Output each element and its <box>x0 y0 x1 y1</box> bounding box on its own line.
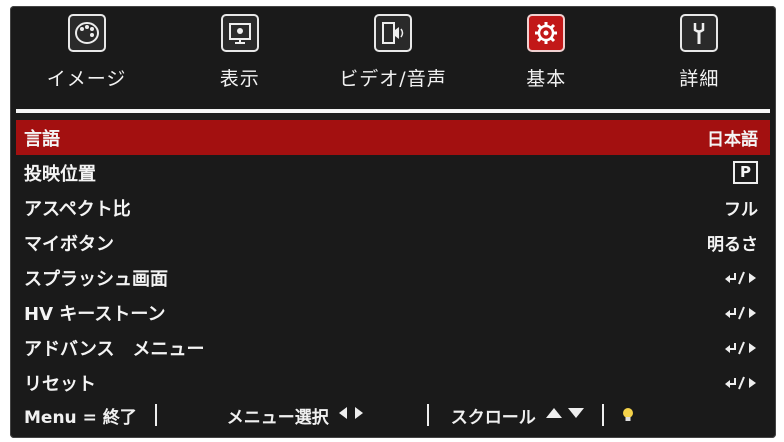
footer-divider <box>426 404 429 426</box>
tab-label: イメージ <box>46 68 127 90</box>
enter-arrow-icon <box>724 305 758 321</box>
menu-item-aspect-ratio[interactable]: アスペクト比 フル <box>16 190 770 225</box>
tab-image[interactable]: イメージ <box>10 6 163 110</box>
menu-item-value: 日本語 <box>707 130 758 150</box>
osd-menu-panel: イメージ 表示 ビデオ/音声 基本 詳細 言語 日本語 投映位置 P アスペクト… <box>10 6 776 438</box>
menu-item-advanced-menu[interactable]: アドバンス メニュー <box>16 330 770 365</box>
menu-item-label: 言語 <box>24 128 60 150</box>
menu-item-label: 投映位置 <box>24 163 96 185</box>
tab-advanced[interactable]: 詳細 <box>623 6 776 110</box>
footer-exit: Menu = 終了 <box>24 403 137 428</box>
wrench-icon <box>680 14 719 52</box>
footer-scroll: スクロール <box>451 403 588 428</box>
footer-menu-select: メニュー選択 <box>227 403 367 428</box>
menu-item-value: フル <box>724 200 758 220</box>
display-icon <box>220 14 259 52</box>
menu-item-my-button[interactable]: マイボタン 明るさ <box>16 225 770 260</box>
tab-bar: イメージ 表示 ビデオ/音声 基本 詳細 <box>10 6 776 110</box>
gear-icon <box>527 14 566 52</box>
menu-item-label: アドバンス メニュー <box>24 338 205 360</box>
palette-icon <box>67 14 106 52</box>
tab-label: 表示 <box>219 68 260 90</box>
up-down-arrows-icon <box>544 405 588 426</box>
footer-exit-label: Menu = 終了 <box>24 407 137 428</box>
menu-item-projection[interactable]: 投映位置 P <box>16 155 770 190</box>
menu-item-label: アスペクト比 <box>24 198 131 220</box>
divider <box>16 109 770 113</box>
footer-scroll-label: スクロール <box>450 407 536 428</box>
footer-select-label: メニュー選択 <box>226 407 329 428</box>
menu-item-label: リセット <box>24 373 96 395</box>
menu-item-splash-screen[interactable]: スプラッシュ画面 <box>16 260 770 295</box>
tab-basic[interactable]: 基本 <box>470 6 623 110</box>
enter-arrow-icon <box>724 375 758 391</box>
menu-item-label: HV キーストーン <box>24 303 166 325</box>
menu-item-value: P <box>733 161 758 184</box>
footer-hint-bar: Menu = 終了 メニュー選択 スクロール <box>10 398 776 432</box>
menu-item-label: マイボタン <box>24 233 114 255</box>
tab-video-audio[interactable]: ビデオ/音声 <box>316 6 469 110</box>
enter-arrow-icon <box>724 270 758 286</box>
tab-label: ビデオ/音声 <box>339 68 447 90</box>
footer-divider <box>601 404 604 426</box>
menu-item-reset[interactable]: リセット <box>16 365 770 400</box>
menu-list: 言語 日本語 投映位置 P アスペクト比 フル マイボタン 明るさ スプラッシュ… <box>16 120 770 400</box>
lightbulb-icon <box>620 406 636 424</box>
tab-label: 基本 <box>526 68 567 90</box>
video-audio-icon <box>374 14 412 52</box>
menu-item-label: スプラッシュ画面 <box>24 268 168 290</box>
left-right-arrows-icon <box>337 405 367 426</box>
menu-item-hv-keystone[interactable]: HV キーストーン <box>16 295 770 330</box>
tab-display[interactable]: 表示 <box>163 6 316 110</box>
menu-item-language[interactable]: 言語 日本語 <box>16 120 770 155</box>
tab-label: 詳細 <box>679 68 720 90</box>
enter-arrow-icon <box>724 340 758 356</box>
footer-divider <box>154 404 157 426</box>
menu-item-value: 明るさ <box>707 235 758 255</box>
